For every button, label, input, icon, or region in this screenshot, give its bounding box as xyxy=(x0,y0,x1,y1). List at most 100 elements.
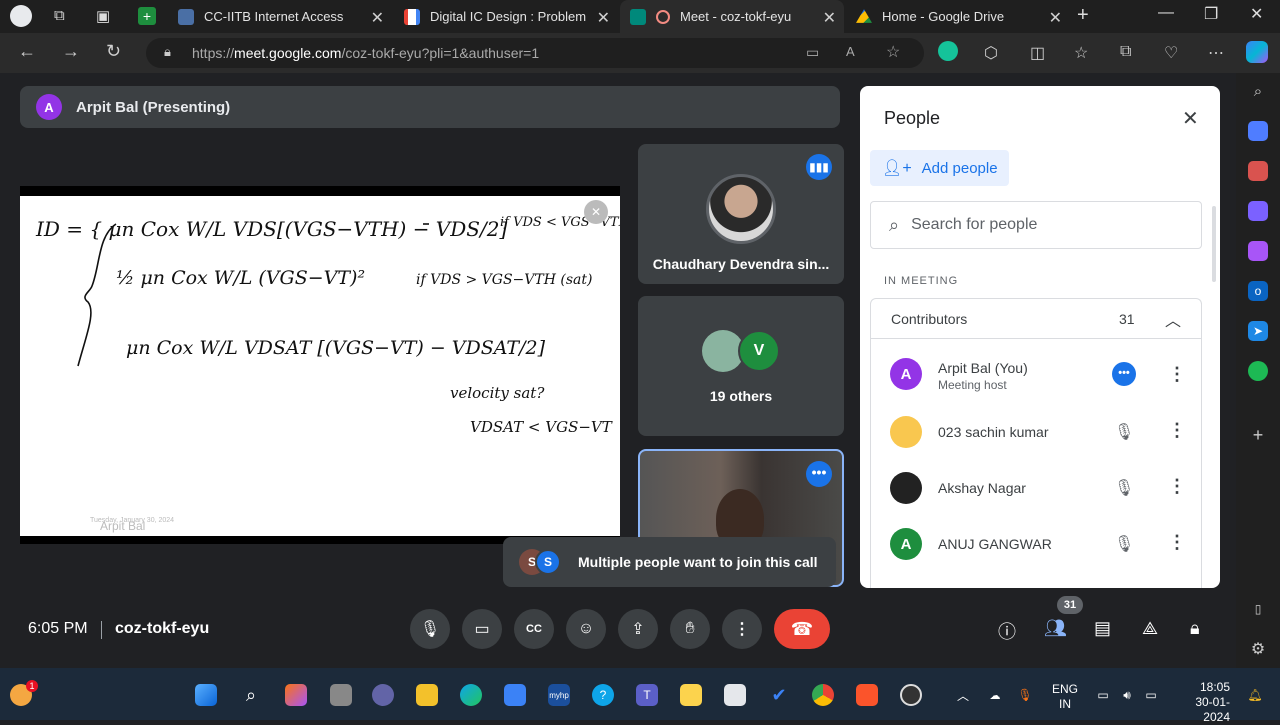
more-vert-icon[interactable]: ⋮ xyxy=(1168,364,1186,385)
participant-row[interactable]: 023 sachin kumar 🎙︎ ⋮ xyxy=(870,404,1200,460)
close-icon[interactable]: ✕ xyxy=(823,8,836,28)
end-call-button[interactable]: ☎︎ xyxy=(774,609,830,649)
add-icon[interactable]: + xyxy=(1248,425,1268,445)
obs-icon[interactable] xyxy=(900,684,922,706)
teams-icon[interactable]: T xyxy=(636,684,658,706)
mic-tray-icon[interactable]: 🎙︎ xyxy=(1014,684,1036,706)
sidebar-toggle-icon[interactable]: ▯ xyxy=(1248,599,1268,619)
chevron-up-icon[interactable]: ︿ xyxy=(1165,307,1181,331)
notification-bell-icon[interactable]: 🔔︎ xyxy=(1244,684,1266,706)
spotify-icon[interactable] xyxy=(1248,361,1268,381)
search-icon[interactable]: ⌕ xyxy=(1248,81,1268,101)
host-controls-icon[interactable]: 🔒︎ xyxy=(1190,618,1200,639)
edge-icon[interactable] xyxy=(460,684,482,706)
teams-chat-icon[interactable] xyxy=(372,684,394,706)
sticky-notes-icon[interactable] xyxy=(680,684,702,706)
games-icon[interactable] xyxy=(1248,201,1268,221)
snipping-tool-icon[interactable] xyxy=(724,684,746,706)
close-icon[interactable]: ✕ xyxy=(1049,8,1062,28)
chrome-icon[interactable] xyxy=(812,684,834,706)
search-icon[interactable]: ⌕ xyxy=(240,684,262,706)
more-vert-icon[interactable]: ⋮ xyxy=(1168,476,1186,497)
new-tab-button[interactable]: + xyxy=(1077,4,1089,27)
shared-screen[interactable]: ID = { μn Cox W/L VDS[(VGS−VTH) − VDS/2]… xyxy=(20,186,683,544)
more-vert-icon[interactable]: ⋮ xyxy=(1168,532,1186,553)
send-icon[interactable]: ➤ xyxy=(1248,321,1268,341)
close-icon[interactable]: ✕ xyxy=(597,8,610,28)
reload-icon[interactable]: ↻ xyxy=(106,41,121,62)
favorites-icon[interactable]: ☆ xyxy=(1074,43,1088,63)
search-people-input[interactable]: ⌕ Search for people xyxy=(870,201,1202,249)
workspaces-icon[interactable]: ⧉ xyxy=(54,7,65,24)
more-vert-icon[interactable]: ⋮ xyxy=(1168,420,1186,441)
file-explorer-icon[interactable] xyxy=(416,684,438,706)
meeting-info-icon[interactable]: ⓘ xyxy=(998,618,1016,644)
network-tray-icon[interactable]: ☁ xyxy=(984,684,1006,706)
forward-icon[interactable]: → xyxy=(62,41,80,62)
collections-icon[interactable]: ⧉ xyxy=(1120,43,1131,61)
tab-cc-iitb[interactable]: CC-IITB Internet Access ✕ xyxy=(168,0,392,33)
split-screen-icon[interactable]: ◫ xyxy=(1030,43,1045,63)
add-people-button[interactable]: 👤︎+ Add people xyxy=(870,150,1009,186)
read-aloud-icon[interactable]: A xyxy=(846,44,855,59)
tray-chevron-icon[interactable]: ︿ xyxy=(952,684,974,706)
close-panel-icon[interactable]: ✕ xyxy=(1182,106,1199,131)
emoji-button[interactable]: ☺ xyxy=(566,609,606,649)
more-options-icon[interactable]: ••• xyxy=(806,461,832,487)
battery-icon[interactable]: ▭ xyxy=(1140,684,1162,706)
tab-digital-ic[interactable]: Digital IC Design : Problem sol ✕ xyxy=(394,0,618,33)
myhp-icon[interactable]: myhp xyxy=(548,684,570,706)
performance-icon[interactable]: ♡ xyxy=(1164,43,1178,63)
people-icon[interactable]: 👥︎ xyxy=(1044,618,1067,639)
brave-icon[interactable] xyxy=(856,684,878,706)
active-options-icon[interactable]: ••• xyxy=(1112,362,1136,386)
participant-row[interactable]: A Arpit Bal (You) Meeting host ••• ⋮ xyxy=(870,348,1200,404)
outlook-icon[interactable]: o xyxy=(1248,281,1268,301)
minimize-button[interactable]: — xyxy=(1158,4,1174,22)
todo-icon[interactable]: ✔ xyxy=(768,684,790,706)
window-close-button[interactable]: ✕ xyxy=(1250,4,1263,24)
tools-icon[interactable] xyxy=(1248,161,1268,181)
volume-icon[interactable]: 🔊︎ xyxy=(1116,684,1138,706)
activities-icon[interactable]: ⟁ xyxy=(1142,618,1158,639)
sheets-icon[interactable]: + xyxy=(138,7,156,25)
copilot-icon[interactable] xyxy=(1246,41,1268,63)
favorite-star-icon[interactable]: ☆ xyxy=(886,42,900,62)
join-request-toast[interactable]: S S Multiple people want to join this ca… xyxy=(503,537,836,587)
settings-gear-icon[interactable]: ⚙ xyxy=(1248,639,1268,659)
language-indicator[interactable]: ENG IN xyxy=(1052,682,1078,712)
extensions-icon[interactable]: ⬡ xyxy=(984,43,998,63)
restore-button[interactable]: ❐ xyxy=(1204,4,1218,24)
camera-icon[interactable]: ▭ xyxy=(806,44,819,61)
more-options-button[interactable]: ⋮ xyxy=(722,609,762,649)
tab-google-drive[interactable]: Home - Google Drive ✕ xyxy=(846,0,1070,33)
more-menu-icon[interactable]: ⋯ xyxy=(1208,43,1224,63)
shopping-icon[interactable] xyxy=(1248,121,1268,141)
participant-tile-others[interactable]: V 19 others xyxy=(638,296,844,436)
profile-avatar[interactable] xyxy=(10,5,32,27)
wifi-icon[interactable]: ▭ xyxy=(1092,684,1114,706)
camera-button[interactable]: ▭ xyxy=(462,609,502,649)
participant-tile-chaudhary[interactable]: ▮▮▮ Chaudhary Devendra sin... xyxy=(638,144,844,284)
copilot-sidebar-icon[interactable] xyxy=(1248,241,1268,261)
chat-icon[interactable]: ▤ xyxy=(1094,618,1111,639)
contributors-group[interactable]: Contributors 31 ︿ xyxy=(870,298,1202,338)
system-clock[interactable]: 18:05 30-01-2024 xyxy=(1174,680,1230,725)
grammarly-icon[interactable] xyxy=(938,41,958,61)
tab-meet[interactable]: Meet - coz-tokf-eyu ✕ xyxy=(620,0,844,33)
back-icon[interactable]: ← xyxy=(18,41,36,62)
present-screen-button[interactable]: ⇪ xyxy=(618,609,658,649)
lock-icon[interactable]: 🔒︎ xyxy=(164,44,171,60)
close-icon[interactable]: ✕ xyxy=(371,8,384,28)
participant-row[interactable]: Akshay Nagar 🎙︎ ⋮ xyxy=(870,460,1200,516)
panel-scrollbar[interactable] xyxy=(1212,206,1216,282)
participant-row[interactable]: A ANUJ GANGWAR 🎙︎ ⋮ xyxy=(870,516,1200,572)
mic-button[interactable]: 🎙︎ xyxy=(410,609,450,649)
tab-actions-icon[interactable]: ▣ xyxy=(96,7,110,25)
address-bar[interactable]: 🔒︎ https://meet.google.com/coz-tokf-eyu?… xyxy=(146,38,924,68)
captions-button[interactable]: CC xyxy=(514,609,554,649)
help-icon[interactable]: ? xyxy=(592,684,614,706)
store-icon[interactable] xyxy=(504,684,526,706)
start-icon[interactable] xyxy=(195,684,217,706)
task-view-icon[interactable] xyxy=(330,684,352,706)
